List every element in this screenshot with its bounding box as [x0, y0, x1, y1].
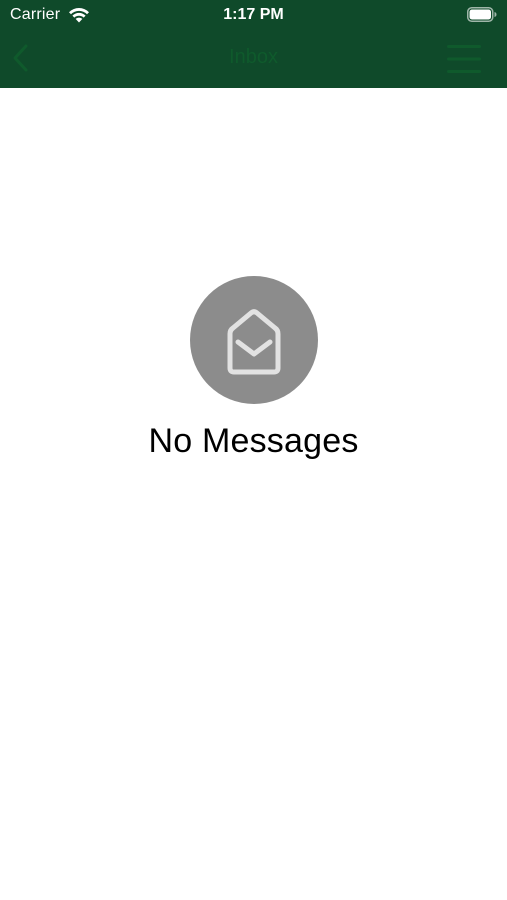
menu-button[interactable] [445, 42, 483, 76]
empty-state: No Messages [0, 276, 507, 461]
empty-icon-circle [189, 276, 318, 404]
hamburger-menu-icon [447, 45, 481, 73]
status-bar: Carrier 1:17 PM [0, 0, 507, 30]
open-envelope-icon [227, 309, 280, 375]
status-time: 1:17 PM [223, 6, 284, 23]
empty-state-message: No Messages [148, 422, 359, 460]
battery-full-icon [467, 7, 497, 22]
page-title: Inbox [229, 46, 278, 68]
inbox-screen: Carrier 1:17 PM Inbox No Messages [0, 0, 507, 900]
navigation-bar: Inbox [0, 30, 507, 88]
header: Carrier 1:17 PM Inbox [0, 0, 507, 88]
